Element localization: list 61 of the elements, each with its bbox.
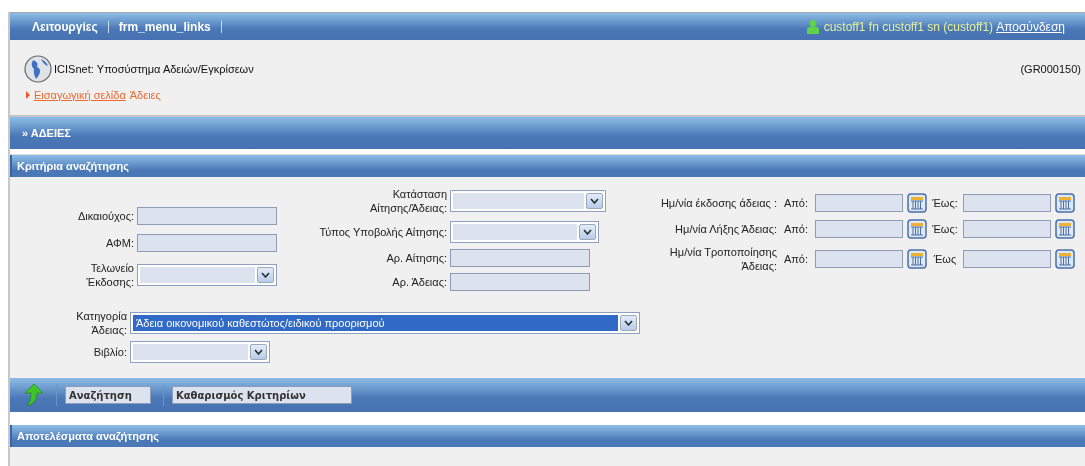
from-label: Από: <box>782 197 810 209</box>
dropdown[interactable] <box>130 341 270 363</box>
dropdown[interactable] <box>450 221 599 243</box>
field-label: Τύπος Υποβολής Αίτησης: <box>318 225 447 239</box>
up-arrow-icon[interactable] <box>24 383 44 407</box>
calendar-icon[interactable] <box>907 193 927 213</box>
date-field[interactable] <box>815 194 903 212</box>
dropdown[interactable]: Άδεια οικονομικού καθεστώτος/ειδικού προορισμού <box>130 312 640 334</box>
toolbar-button[interactable]: Αναζήτηση <box>65 386 151 404</box>
date-field[interactable] <box>963 220 1051 238</box>
dropdown[interactable] <box>137 264 277 286</box>
to-label: Έως: <box>931 197 959 209</box>
field-label: Κατάσταση Αίτησης/Άδειας: <box>368 187 447 215</box>
date-field[interactable] <box>815 250 903 268</box>
text-field[interactable] <box>137 207 277 225</box>
menu-item[interactable]: Λειτουργίες <box>28 19 102 34</box>
calendar-icon[interactable] <box>1055 249 1075 269</box>
from-label: Από: <box>782 223 810 235</box>
caret-icon <box>250 344 267 360</box>
arrow-icon <box>26 91 30 99</box>
results-title: Αποτελέσματα αναζήτησης <box>17 430 159 442</box>
text-field[interactable] <box>450 249 590 267</box>
field-label: Τελωνείο Έκδοσης: <box>85 261 134 289</box>
date-field[interactable] <box>963 250 1051 268</box>
field-label: Αρ. Αίτησης: <box>385 251 447 265</box>
field-label: Κατηγορία Άδειας: <box>75 309 127 337</box>
date-label: Ημ/νία έκδοσης άδειας : <box>659 196 777 210</box>
user-icon <box>805 19 820 34</box>
logout-link[interactable]: Αποσύνδεση <box>996 19 1065 34</box>
from-label: Από: <box>782 253 810 265</box>
caret-icon <box>257 267 274 283</box>
text-field[interactable] <box>137 234 277 252</box>
user-name: custoff1 fn custoff1 sn (custoff1) <box>823 19 994 34</box>
app-title: ICISnet: Υποσύστημα Αδειών/Εγκρίσεων <box>54 63 254 75</box>
globe-icon <box>24 55 52 83</box>
office-code: (GR000150) <box>1020 63 1081 75</box>
date-label: Ημ/νία Τροποποίησης Άδειας: <box>668 245 777 273</box>
calendar-icon[interactable] <box>1055 193 1075 213</box>
date-field[interactable] <box>963 194 1051 212</box>
section-title: » ΑΔΕΙΕΣ <box>22 127 71 139</box>
field-label: Δικαιούχος: <box>76 209 134 223</box>
field-label: Βιβλίο: <box>92 345 127 359</box>
calendar-icon[interactable] <box>1055 219 1075 239</box>
breadcrumb-link[interactable]: Εισαγωγική σελίδα <box>34 89 126 101</box>
text-field[interactable] <box>450 273 590 291</box>
to-label: Έως: <box>931 223 959 235</box>
breadcrumb-current: Άδειες <box>129 89 161 101</box>
caret-icon <box>579 224 596 240</box>
date-field[interactable] <box>815 220 903 238</box>
menu-item[interactable]: frm_menu_links <box>114 19 215 34</box>
calendar-icon[interactable] <box>907 249 927 269</box>
caret-icon <box>620 315 637 331</box>
to-label: Έως <box>932 253 958 265</box>
toolbar-button[interactable]: Καθαρισμός Κριτηρίων <box>172 386 352 404</box>
field-label: Αρ. Άδειας: <box>391 275 447 289</box>
date-label: Ημ/νία Λήξης Άδειας: <box>674 222 777 236</box>
dropdown[interactable] <box>450 190 606 212</box>
criteria-title: Κριτήρια αναζήτησης <box>17 160 129 172</box>
calendar-icon[interactable] <box>907 219 927 239</box>
caret-icon <box>586 193 603 209</box>
field-label: ΑΦΜ: <box>105 236 134 250</box>
